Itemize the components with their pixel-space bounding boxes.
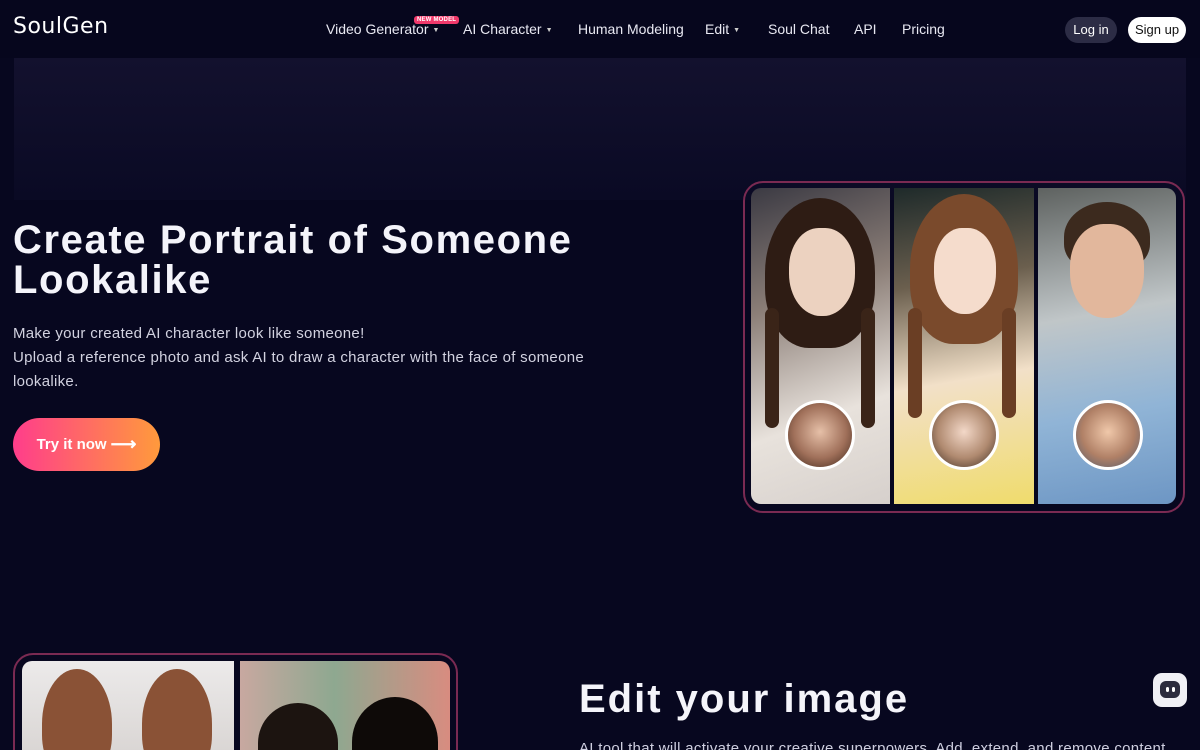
hero-title: Create Portrait of Someone Lookalike — [13, 218, 573, 302]
try-it-now-label: Try it now — [36, 436, 107, 453]
reference-face-avatar — [785, 400, 855, 470]
section-title: Edit your image — [579, 677, 910, 721]
braid-shape — [765, 308, 779, 428]
hero-background-band — [14, 58, 1186, 200]
reference-face-avatar — [929, 400, 999, 470]
nav-item-api[interactable]: API — [854, 21, 877, 37]
nav-item-edit[interactable]: Edit ▼ — [705, 21, 740, 37]
edit-showcase-image-2 — [240, 661, 450, 750]
hero-subtitle-line: Make your created AI character look like… — [13, 325, 365, 342]
nav-item-label: API — [854, 21, 877, 37]
braid-shape — [908, 308, 922, 418]
chat-bot-icon[interactable] — [1153, 673, 1187, 707]
nav-item-soul-chat[interactable]: Soul Chat — [768, 21, 829, 37]
new-model-badge: NEW MODEL — [414, 16, 460, 24]
hair-shape — [142, 669, 212, 750]
hair-shape — [352, 697, 438, 750]
top-nav: SoulGen Video Generator ▼ NEW MODEL AI Ch… — [0, 0, 1200, 58]
nav-item-label: Pricing — [902, 21, 945, 37]
edit-showcase-image-1 — [22, 661, 234, 750]
caret-down-icon: ▼ — [733, 26, 741, 34]
arrow-right-icon: ⟶ — [110, 434, 137, 454]
hero-subtitle: Make your created AI character look like… — [13, 322, 623, 394]
nav-item-human-modeling[interactable]: Human Modeling — [578, 21, 684, 37]
nav-item-ai-character[interactable]: AI Character ▼ — [463, 21, 553, 37]
nav-item-label: Edit — [705, 21, 730, 37]
nav-item-label: Human Modeling — [578, 21, 684, 37]
section-subtitle: AI tool that will activate your creative… — [579, 740, 1166, 750]
signup-button[interactable]: Sign up — [1128, 17, 1186, 43]
hair-shape — [258, 703, 338, 750]
braid-shape — [861, 308, 875, 428]
soulgen-logo[interactable]: SoulGen — [13, 14, 109, 39]
login-button[interactable]: Log in — [1065, 17, 1117, 43]
caret-down-icon: ▼ — [545, 26, 553, 34]
caret-down-icon: ▼ — [432, 26, 440, 34]
try-it-now-button[interactable]: Try it now ⟶ — [13, 418, 160, 471]
braid-shape — [1002, 308, 1016, 418]
face-shape — [934, 228, 996, 314]
nav-item-label: Soul Chat — [768, 21, 830, 37]
nav-item-label: Video Generator — [326, 21, 429, 37]
reference-face-avatar — [1073, 400, 1143, 470]
nav-item-pricing[interactable]: Pricing — [902, 21, 945, 37]
chat-bubble-shape — [1160, 681, 1180, 698]
chat-eye-shape — [1166, 687, 1169, 692]
nav-item-label: AI Character — [463, 21, 542, 37]
hair-shape — [42, 669, 112, 750]
face-shape — [789, 228, 855, 316]
face-shape — [1070, 224, 1144, 318]
chat-eye-shape — [1172, 687, 1175, 692]
hero-subtitle-line: Upload a reference photo and ask AI to d… — [13, 349, 584, 390]
